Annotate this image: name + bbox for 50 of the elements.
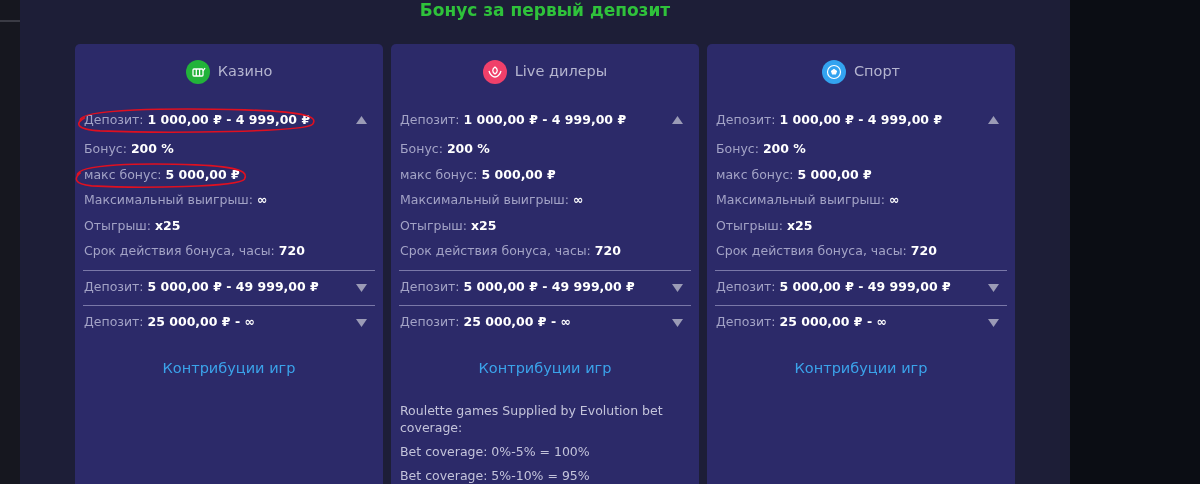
detail-row-text: Максимальный выигрыш: ∞ xyxy=(400,191,584,210)
caret-down-icon xyxy=(356,283,367,292)
category-title: Спорт xyxy=(853,62,901,82)
deposit-tier-header[interactable]: Депозит: 5 000,00 ₽ - 49 999,00 ₽ xyxy=(715,270,1007,305)
caret-down-icon xyxy=(988,318,999,327)
caret-up-icon xyxy=(672,116,683,124)
contribution-note: Roulette games Supplied by Evolution bet coverage: xyxy=(400,401,664,436)
detail-row-text: Срок действия бонуса, часы: 720 xyxy=(84,242,305,261)
caret-down-icon xyxy=(356,318,367,327)
detail-row-text: Срок действия бонуса, часы: 720 xyxy=(716,242,937,261)
game-contributions-link[interactable]: Контрибуции игр xyxy=(794,357,928,378)
detail-row-text: Бонус: 200 % xyxy=(84,140,174,159)
game-contributions-link[interactable]: Контрибуции игр xyxy=(162,357,296,378)
deposit-tier-header[interactable]: Депозит: 25 000,00 ₽ - ∞ xyxy=(83,305,375,340)
deposit-tier-header[interactable]: Депозит: 5 000,00 ₽ - 49 999,00 ₽ xyxy=(399,270,691,305)
detail-row-text: Бонус: 200 % xyxy=(716,140,806,159)
category-title: Live дилеры xyxy=(514,62,608,82)
detail-row-text: Максимальный выигрыш: ∞ xyxy=(716,191,900,210)
caret-down-icon xyxy=(988,283,999,292)
contribution-note: Bet coverage: 5%-10% = 95% xyxy=(400,466,591,484)
detail-row-text: Срок действия бонуса, часы: 720 xyxy=(400,242,621,261)
detail-row-text: Депозит: 1 000,00 ₽ - 4 999,00 ₽ xyxy=(400,110,627,129)
contribution-note: Bet coverage: 0%-5% = 100% xyxy=(400,442,591,460)
detail-row-text: Отыгрыш: x25 xyxy=(400,216,497,235)
detail-row-text: Отыгрыш: x25 xyxy=(84,216,181,235)
detail-row: Депозит: 25 000,00 ₽ - ∞ xyxy=(400,313,571,332)
detail-row-text: Депозит: 1 000,00 ₽ - 4 999,00 ₽ xyxy=(716,110,943,129)
deposit-tier-header[interactable]: Депозит: 25 000,00 ₽ - ∞ xyxy=(715,305,1007,340)
detail-row-text: Максимальный выигрыш: ∞ xyxy=(84,191,268,210)
detail-row: Депозит: 25 000,00 ₽ - ∞ xyxy=(84,313,255,332)
caret-down-icon xyxy=(672,318,683,327)
deposit-tier-header[interactable]: Депозит: 1 000,00 ₽ - 4 999,00 ₽ xyxy=(399,103,691,137)
game-contributions-link[interactable]: Контрибуции игр xyxy=(478,357,612,378)
detail-row-text: макс бонус: 5 000,00 ₽ xyxy=(716,165,872,184)
caret-up-icon xyxy=(988,116,999,124)
category-title: Казино xyxy=(217,62,273,82)
detail-row-text: Отыгрыш: x25 xyxy=(716,216,813,235)
detail-row: Депозит: 25 000,00 ₽ - ∞ xyxy=(716,313,887,332)
detail-row: Депозит: 5 000,00 ₽ - 49 999,00 ₽ xyxy=(400,278,635,297)
deposit-tier-header[interactable]: Депозит: 1 000,00 ₽ - 4 999,00 ₽ xyxy=(715,103,1007,137)
modal-title: Бонус за первый депозит xyxy=(419,0,671,20)
caret-up-icon xyxy=(356,116,367,124)
detail-row-text: макс бонус: 5 000,00 ₽ xyxy=(400,165,556,184)
deposit-tier-header[interactable]: Депозит: 5 000,00 ₽ - 49 999,00 ₽ xyxy=(83,270,375,305)
detail-row-text: Бонус: 200 % xyxy=(400,140,490,159)
detail-row: Депозит: 5 000,00 ₽ - 49 999,00 ₽ xyxy=(84,278,319,297)
detail-row: Депозит: 5 000,00 ₽ - 49 999,00 ₽ xyxy=(716,278,951,297)
deposit-tier-header[interactable]: Депозит: 25 000,00 ₽ - ∞ xyxy=(399,305,691,340)
caret-down-icon xyxy=(672,283,683,292)
detail-row: макс бонус: 5 000,00 ₽ xyxy=(84,165,240,185)
